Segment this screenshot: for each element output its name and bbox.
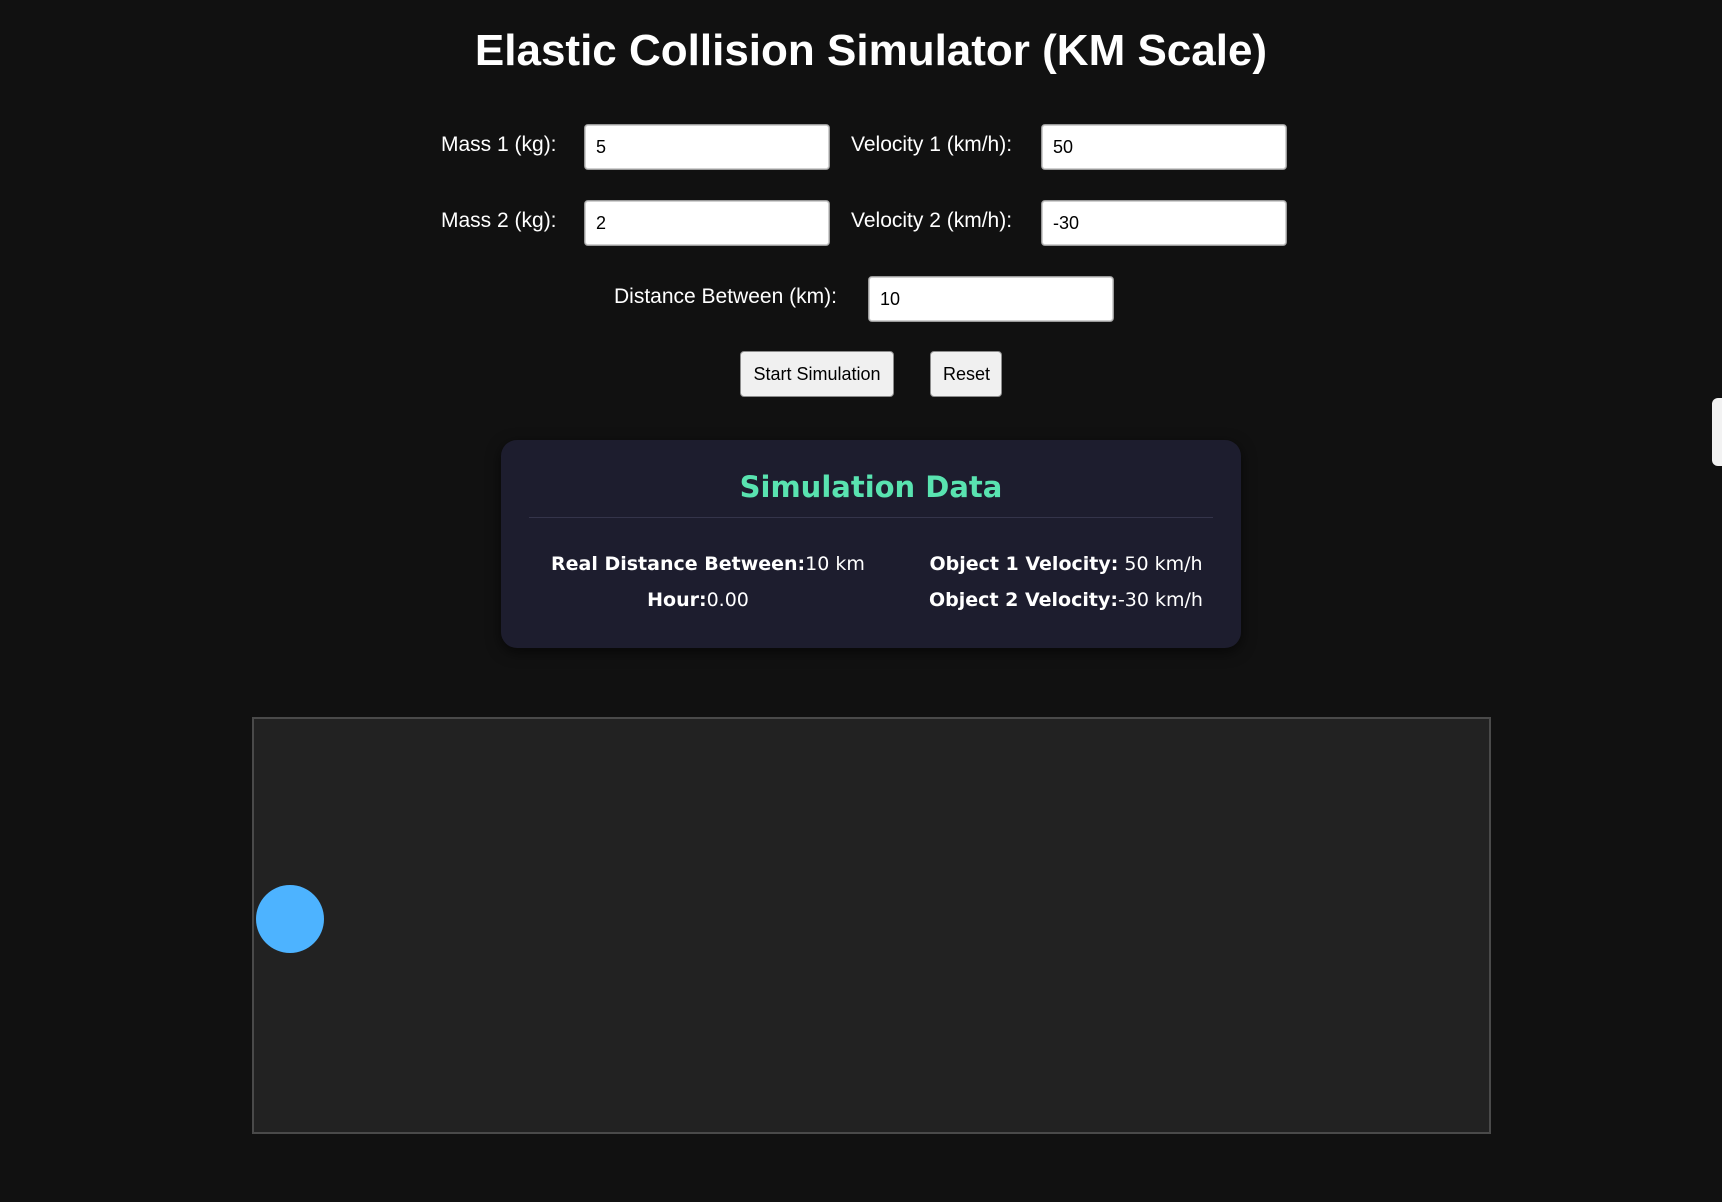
mass1-input[interactable] <box>584 124 830 170</box>
object1-ball <box>256 885 324 953</box>
mass2-input[interactable] <box>584 200 830 246</box>
distance-input[interactable] <box>868 276 1114 322</box>
stat-object2-velocity: Object 2 Velocity:-30 km/h <box>921 589 1211 611</box>
velocity1-label: Velocity 1 (km/h): <box>851 133 1013 156</box>
stat-real-distance-value: 10 km <box>805 553 865 575</box>
stat-hour: Hour:0.00 <box>551 589 845 611</box>
reset-button[interactable]: Reset <box>930 351 1002 397</box>
velocity2-input[interactable] <box>1041 200 1287 246</box>
stat-hour-label: Hour: <box>647 589 707 611</box>
panel-title: Simulation Data <box>739 470 1003 504</box>
velocity2-label: Velocity 2 (km/h): <box>851 209 1013 232</box>
stat-object2-velocity-label: Object 2 Velocity: <box>929 589 1118 611</box>
stat-object1-velocity-value: 50 km/h <box>1118 553 1203 575</box>
side-panel-handle[interactable] <box>1712 398 1722 466</box>
mass1-label: Mass 1 (kg): <box>441 133 557 156</box>
panel-divider <box>529 517 1213 518</box>
simulation-canvas[interactable] <box>252 717 1491 1134</box>
start-simulation-button[interactable]: Start Simulation <box>740 351 894 397</box>
stat-real-distance-label: Real Distance Between: <box>551 553 806 575</box>
mass2-label: Mass 2 (kg): <box>441 209 557 232</box>
stat-object1-velocity-label: Object 1 Velocity: <box>929 553 1119 575</box>
stat-hour-value: 0.00 <box>706 589 749 611</box>
page-title: Elastic Collision Simulator (KM Scale) <box>474 26 1268 75</box>
simulation-data-panel: Simulation Data Real Distance Between:10… <box>501 440 1241 648</box>
stat-object2-velocity-value: -30 km/h <box>1117 589 1203 611</box>
velocity1-input[interactable] <box>1041 124 1287 170</box>
stat-real-distance: Real Distance Between:10 km <box>551 553 865 575</box>
distance-label: Distance Between (km): <box>614 285 837 308</box>
page: Elastic Collision Simulator (KM Scale) M… <box>0 0 1722 1202</box>
stat-object1-velocity: Object 1 Velocity: 50 km/h <box>921 553 1211 575</box>
